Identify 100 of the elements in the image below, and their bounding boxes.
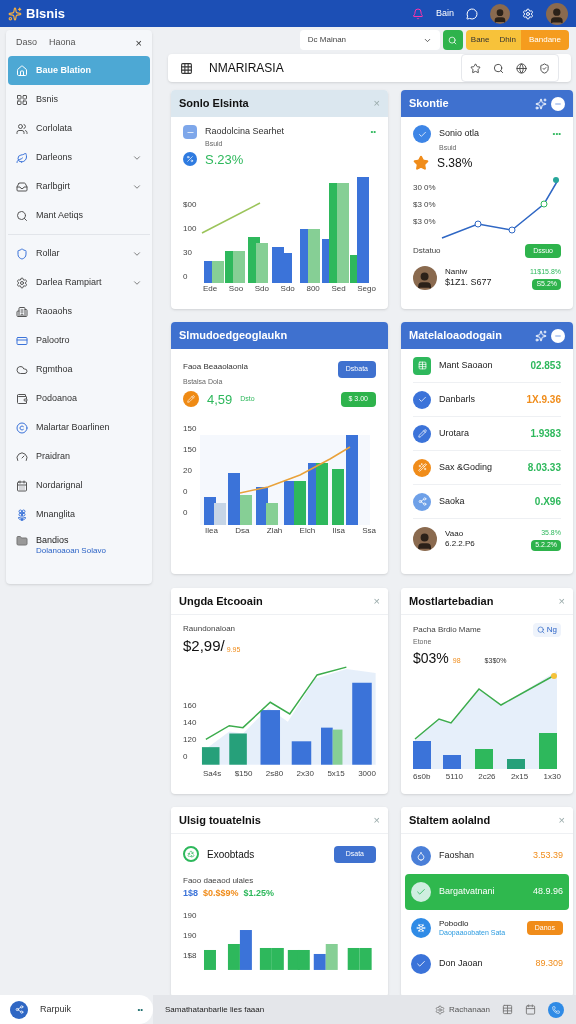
axis-label: 150 <box>183 425 197 433</box>
table-icon[interactable] <box>502 1004 513 1015</box>
status-text: Samathatanbarlie lies faaan <box>165 1003 265 1016</box>
brand-name: Blsnis <box>26 4 65 23</box>
list-label: Mant Saoaon <box>439 358 493 372</box>
axis-label: Sed <box>331 283 346 295</box>
sidebar-item[interactable]: Nordarignal <box>8 471 150 500</box>
bar <box>316 463 329 525</box>
bar <box>204 950 217 970</box>
sidebar-item[interactable]: Malartar Boarlinen <box>8 413 150 442</box>
sidebar-item[interactable]: Darlea Rampiart <box>8 268 150 297</box>
phone-icon[interactable] <box>548 1001 564 1018</box>
chat-icon[interactable] <box>466 7 478 20</box>
segment[interactable]: Dhin <box>494 30 521 50</box>
list-label: Sax &Goding <box>439 460 493 474</box>
search-field[interactable]: Dc Mainan <box>299 30 440 50</box>
axis-label: 1x30 <box>543 770 561 783</box>
axis-label: 100 <box>183 225 197 233</box>
card-title: Sonlo Elsinta <box>179 96 249 112</box>
pencil-icon <box>183 391 199 408</box>
person-name: Naniw <box>445 267 469 278</box>
shield-icon[interactable] <box>539 62 550 74</box>
axis-label: 0 <box>183 488 189 496</box>
axis-label: Sdo <box>254 283 269 295</box>
sidebar-item[interactable]: Mant Aetiqs <box>8 201 150 230</box>
axis-label: Ede <box>203 283 218 295</box>
status-label: Dstatuo <box>413 244 441 257</box>
more-icon[interactable]: •• <box>137 1003 143 1016</box>
axis-label: Sa4s <box>203 767 222 780</box>
sidebar-item[interactable]: Rarlbgirt <box>8 172 150 201</box>
metric-value: S.23% <box>205 150 244 169</box>
item-subtitle: Dolanoaoan Solavo <box>36 546 106 557</box>
pill-label: Rarpuik <box>40 1002 71 1016</box>
bar <box>333 729 343 765</box>
axis-label: 120 <box>183 736 197 745</box>
data-point <box>540 200 548 207</box>
bar <box>229 733 248 765</box>
bar <box>539 732 557 769</box>
axis-label: 6s0b <box>413 770 431 783</box>
sidebar-item[interactable]: Raoaohs <box>8 297 150 326</box>
axis-label: Sego <box>357 283 376 295</box>
calendar-icon[interactable] <box>525 1004 536 1015</box>
status-row[interactable]: Don Jaoan 89.309 <box>405 946 569 982</box>
card-subtitle: Pacha Brdio Mame <box>413 624 482 636</box>
sparkle-icon[interactable] <box>535 329 547 342</box>
status-row[interactable]: Faoshan 3.53.39 <box>405 838 569 874</box>
table-icon <box>413 356 431 375</box>
sidebar-item[interactable]: Darleons <box>8 143 150 172</box>
settings-icon[interactable] <box>522 7 534 20</box>
bar <box>294 481 307 525</box>
logo-icon <box>8 6 22 21</box>
sidebar-item[interactable]: Corlolata <box>8 114 150 143</box>
bar <box>298 950 311 970</box>
check-icon <box>411 882 431 902</box>
sidebar-item[interactable]: Rollar <box>8 239 150 268</box>
check-icon <box>411 954 431 974</box>
sidebar-item[interactable]: Podoanoa <box>8 384 150 413</box>
axis-label: Dsa <box>235 525 250 537</box>
bar <box>507 758 525 769</box>
bar <box>256 243 269 283</box>
item-title: Bandios <box>36 535 70 547</box>
sidebar-item[interactable]: Bsnis <box>8 85 150 114</box>
search-icon <box>536 626 545 634</box>
sidebar-item[interactable]: Palootro <box>8 326 150 355</box>
page-title: NMARIRASIA <box>209 60 284 77</box>
axis-label: 2x30 <box>296 767 314 780</box>
sidebar-item[interactable]: Rgmthoa <box>8 355 150 384</box>
folder-icon <box>16 535 28 547</box>
card-title: Mostlartebadian <box>409 593 494 609</box>
axis-label: 20 <box>183 467 193 475</box>
sidebar-item[interactable]: Mnanglita <box>8 500 150 529</box>
row-value: 3.53.39 <box>532 849 563 863</box>
caption: Faoo daeaod ulales <box>183 874 255 887</box>
pencil-icon <box>413 424 431 443</box>
search-button[interactable] <box>442 30 463 50</box>
sparkle-icon[interactable] <box>535 97 547 110</box>
star-icon[interactable] <box>470 62 481 74</box>
search-icon[interactable] <box>493 62 504 74</box>
sidebar-heading: Daso <box>16 36 37 50</box>
person-amount: 6.2.2.P6 <box>445 539 475 549</box>
chip-button[interactable]: Ng <box>532 623 561 637</box>
segment[interactable]: Bane <box>465 30 495 50</box>
axis-label: 0 <box>183 509 189 517</box>
close-button[interactable]: × <box>135 34 142 52</box>
globe-icon[interactable] <box>516 62 527 74</box>
metric-value: S.38% <box>437 154 473 172</box>
trend-line <box>201 202 262 234</box>
axis-label: 5110 <box>445 770 463 783</box>
user-label[interactable]: Bain <box>436 6 454 21</box>
sidebar-item[interactable]: Praidran <box>8 442 150 471</box>
metric-value: $03% <box>413 648 449 668</box>
card-title: Skontie <box>409 96 449 112</box>
bottom-pill[interactable]: Rarpuik •• <box>0 995 153 1024</box>
data-point <box>551 672 557 679</box>
bar <box>260 709 281 765</box>
grid-icon <box>180 61 193 75</box>
share-icon <box>10 1000 28 1019</box>
bar <box>413 740 431 769</box>
axis-label: 2s80 <box>265 767 284 780</box>
sidebar-heading: Haona <box>49 36 76 50</box>
